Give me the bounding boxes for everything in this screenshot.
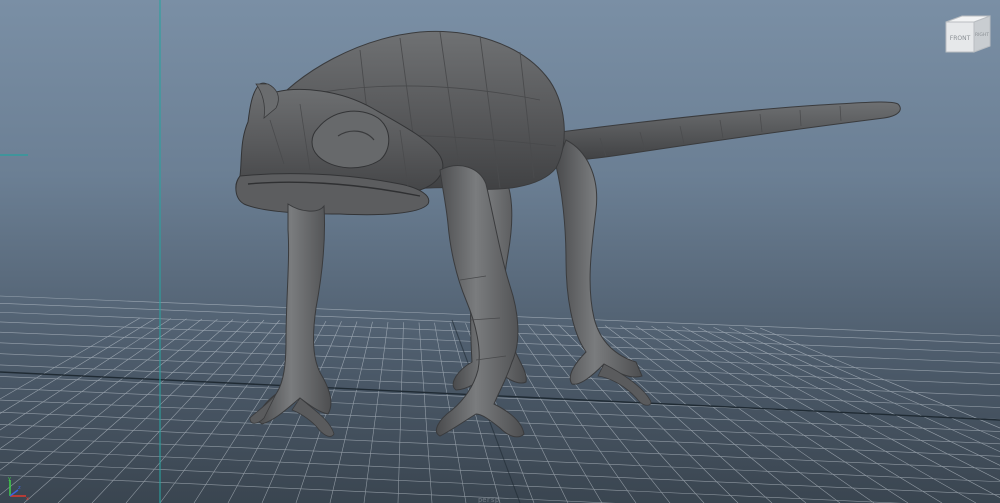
back-leg-right (555, 139, 652, 406)
x-label: x (26, 496, 29, 500)
grid-line (542, 324, 705, 503)
front-leg-left (249, 203, 335, 437)
grid-line (604, 325, 841, 503)
view-cube-front-label: FRONT (950, 35, 971, 42)
grid-line (125, 320, 280, 503)
grid-line (635, 325, 909, 503)
grid-line (397, 322, 404, 503)
grid-line (697, 326, 1000, 481)
grid-line (23, 319, 234, 503)
grid-line (363, 321, 389, 503)
view-cube[interactable]: FRONT RIGHT (944, 14, 992, 54)
z-label: z (18, 485, 21, 491)
grid-line (511, 323, 637, 503)
axis-indicator: y x z (6, 476, 32, 502)
y-label: y (8, 476, 11, 482)
grid-line (589, 325, 807, 503)
y-axis-tick (0, 154, 28, 156)
perspective-viewport[interactable]: FRONT RIGHT y x z persp (0, 0, 1000, 503)
grid-line (0, 436, 1000, 483)
chameleon-tail (555, 101, 901, 162)
z-axis-arrow (9, 489, 19, 497)
view-cube-right-label: RIGHT (975, 32, 989, 38)
grid-line (57, 319, 249, 503)
scene-canvas[interactable] (0, 0, 1000, 503)
grid-line (759, 327, 1000, 429)
grid-line (682, 326, 1000, 498)
grid-line (666, 326, 977, 503)
grid-line (329, 321, 373, 503)
grid-line (0, 449, 1000, 495)
view-name-label: persp (478, 496, 500, 503)
grid-line (713, 326, 1000, 466)
